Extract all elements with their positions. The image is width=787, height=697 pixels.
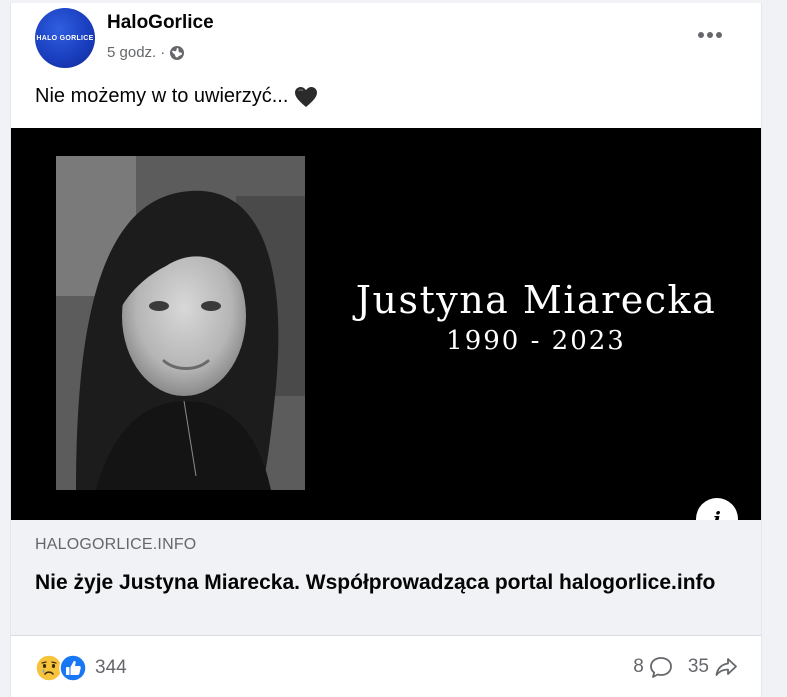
memorial-years: 1990 - 2023 bbox=[446, 326, 626, 356]
globe-icon[interactable] bbox=[169, 45, 185, 61]
post-footer: 344 8 35 bbox=[11, 635, 761, 697]
link-domain: HALOGORLICE.INFO bbox=[35, 536, 197, 553]
like-icon bbox=[59, 654, 87, 682]
caption-text: Nie możemy w to uwierzyć... bbox=[35, 85, 289, 107]
shares-count: 35 bbox=[687, 656, 709, 677]
page-avatar[interactable]: HALO GORLICE bbox=[35, 8, 95, 68]
post-meta: 5 godz. · bbox=[107, 44, 185, 61]
feed-post: HALO GORLICE HaloGorlice 5 godz. · Nie m… bbox=[10, 3, 762, 697]
link-title: Nie żyje Justyna Miarecka. Współprowadzą… bbox=[35, 571, 716, 594]
more-options-button[interactable] bbox=[693, 21, 727, 49]
memorial-name: Justyna Miarecka bbox=[355, 278, 717, 322]
share-icon bbox=[713, 654, 739, 680]
avatar-logo-text: HALO GORLICE bbox=[36, 34, 94, 42]
comments-count-link[interactable]: 8 bbox=[633, 654, 674, 680]
engagement-counts: 8 35 bbox=[633, 654, 739, 680]
meta-separator: · bbox=[160, 44, 166, 61]
shares-count-link[interactable]: 35 bbox=[688, 654, 739, 680]
info-button[interactable]: i bbox=[696, 498, 738, 520]
reactions-summary[interactable]: 344 bbox=[35, 654, 127, 682]
reaction-count: 344 bbox=[95, 657, 127, 678]
link-preview[interactable]: HALOGORLICE.INFO Nie żyje Justyna Miarec… bbox=[11, 520, 761, 635]
comment-icon bbox=[648, 654, 674, 680]
post-image[interactable]: Justyna Miarecka 1990 - 2023 i bbox=[11, 128, 761, 520]
ellipsis-icon bbox=[698, 32, 722, 38]
post-caption: Nie możemy w to uwierzyć... bbox=[35, 85, 318, 108]
black-heart-icon bbox=[294, 86, 318, 108]
memorial-photo bbox=[56, 156, 305, 490]
post-timestamp[interactable]: 5 godz. bbox=[107, 44, 156, 61]
page-name-link[interactable]: HaloGorlice bbox=[107, 12, 214, 34]
comments-count: 8 bbox=[633, 656, 644, 677]
